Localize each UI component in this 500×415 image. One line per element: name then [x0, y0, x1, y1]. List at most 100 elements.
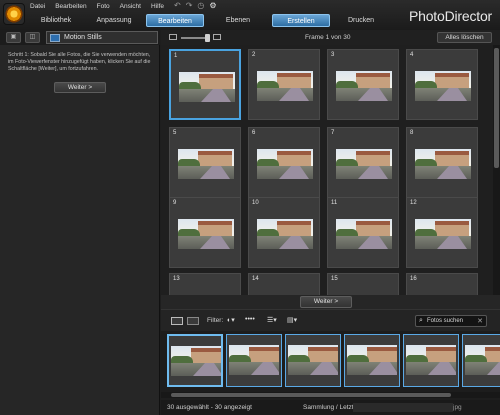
- photo-thumbnail: [336, 71, 392, 101]
- frame-cell[interactable]: 10: [248, 197, 320, 268]
- search-input[interactable]: ⌕ Fotos suchen ✕: [415, 315, 487, 327]
- photo-view-icon[interactable]: ▣: [6, 32, 21, 43]
- left-panel-toolbar: ▣ ◫ Motion Stills: [0, 30, 160, 45]
- grid-view-icon[interactable]: [171, 317, 183, 325]
- vertical-scrollbar[interactable]: [493, 45, 500, 295]
- frame-number: 1: [174, 53, 178, 59]
- frame-cell[interactable]: 6: [248, 127, 320, 198]
- frame-cell[interactable]: 14: [248, 273, 320, 295]
- search-icon: ⌕: [419, 317, 423, 324]
- tab-layers[interactable]: Ebenen: [204, 14, 272, 27]
- tab-create[interactable]: Erstellen: [272, 14, 330, 27]
- undo-icon[interactable]: ↶: [174, 1, 181, 11]
- gif-icon[interactable]: ◫: [25, 32, 40, 43]
- menu-file[interactable]: Datei: [30, 2, 45, 12]
- frame-cell[interactable]: 13: [169, 273, 241, 295]
- frame-number: 14: [252, 276, 259, 282]
- frame-counter: Frame 1 von 30: [305, 34, 351, 41]
- frame-number: 7: [331, 130, 335, 136]
- large-thumbnail-icon[interactable]: [213, 34, 221, 40]
- search-placeholder: Fotos suchen: [427, 318, 464, 324]
- photo-thumbnail: [257, 149, 313, 179]
- frame-number: 11: [331, 200, 338, 206]
- photo-thumbnail: [179, 72, 235, 102]
- close-icon[interactable]: ✕: [477, 317, 483, 325]
- menu-help[interactable]: Hilfe: [151, 2, 164, 12]
- filter-bar: Filter: ◐▾ •••• ☰▾ ▤▾ ⌕ Fotos suchen ✕: [161, 309, 500, 331]
- photo-thumbnail: [415, 219, 471, 249]
- viewer-toolbar: Frame 1 von 30 Alles löschen: [161, 30, 500, 45]
- redo-icon[interactable]: ↷: [186, 1, 193, 11]
- frame-number: 6: [252, 130, 256, 136]
- display-options-icon[interactable]: ▤▾: [287, 316, 297, 324]
- title-bar: Datei Bearbeiten Foto Ansicht Hilfe ↶ ↷ …: [0, 0, 500, 30]
- filmstrip-item[interactable]: [167, 334, 223, 387]
- frame-cell[interactable]: 3: [327, 49, 399, 120]
- frame-number: 5: [173, 130, 177, 136]
- frame-cell[interactable]: 12: [406, 197, 478, 268]
- next-bar: Weiter >: [161, 295, 500, 309]
- photo-thumbnail: [336, 149, 392, 179]
- filmstrip-item[interactable]: [344, 334, 400, 387]
- scrollbar-thumb[interactable]: [494, 48, 499, 168]
- app-title: PhotoDirector: [409, 8, 492, 24]
- frame-number: 12: [410, 200, 417, 206]
- filter-label: Filter:: [207, 317, 224, 324]
- rating-filter-icon[interactable]: ••••: [245, 316, 255, 323]
- selection-count: 30 ausgewählt - 30 angezeigt: [167, 404, 252, 411]
- photo-thumbnail: [465, 345, 500, 375]
- gear-icon[interactable]: ⚙: [209, 1, 216, 11]
- filmstrip-item[interactable]: [285, 334, 341, 387]
- motion-stills-icon: [50, 33, 60, 42]
- tab-library[interactable]: Bibliothek: [30, 14, 82, 27]
- file-extension: jpg: [453, 404, 462, 411]
- photo-thumbnail: [257, 219, 313, 249]
- flag-filter-icon[interactable]: ◐▾: [227, 316, 235, 324]
- filmstrip-item[interactable]: [403, 334, 459, 387]
- frame-cell[interactable]: 9: [169, 197, 241, 268]
- filmstrip-item[interactable]: [226, 334, 282, 387]
- filename-field: [353, 403, 453, 412]
- next-button-main[interactable]: Weiter >: [300, 296, 352, 308]
- sort-icon[interactable]: ☰▾: [267, 316, 277, 324]
- photo-thumbnail: [178, 219, 234, 249]
- photo-thumbnail: [171, 346, 221, 376]
- history-icon[interactable]: ◷: [197, 1, 204, 11]
- tab-adjustment[interactable]: Anpassung: [82, 14, 146, 27]
- frame-number: 16: [410, 276, 417, 282]
- menu-photo[interactable]: Foto: [97, 2, 110, 12]
- frame-cell[interactable]: 8: [406, 127, 478, 198]
- frame-cell[interactable]: 1: [169, 49, 241, 120]
- tab-motion-stills[interactable]: Motion Stills: [46, 31, 158, 44]
- horizontal-scrollbar[interactable]: [161, 392, 500, 398]
- frame-cell[interactable]: 16: [406, 273, 478, 295]
- clear-all-button[interactable]: Alles löschen: [437, 32, 492, 43]
- frame-cell[interactable]: 2: [248, 49, 320, 120]
- frame-cell[interactable]: 5: [169, 127, 241, 198]
- next-button-left[interactable]: Weiter >: [54, 82, 106, 93]
- frame-number: 2: [252, 52, 256, 58]
- app-logo-icon: [3, 3, 25, 25]
- frame-cell[interactable]: 7: [327, 127, 399, 198]
- left-panel: ▣ ◫ Motion Stills Schritt 1: Sobald Sie …: [0, 30, 160, 415]
- menu-edit[interactable]: Bearbeiten: [55, 2, 86, 12]
- frame-number: 10: [252, 200, 259, 206]
- photo-thumbnail: [415, 149, 471, 179]
- menu-view[interactable]: Ansicht: [120, 2, 141, 12]
- slider-handle[interactable]: [205, 34, 210, 42]
- list-view-icon[interactable]: [187, 317, 199, 325]
- scrollbar-thumb[interactable]: [171, 393, 451, 397]
- photo-thumbnail: [257, 71, 313, 101]
- frame-cell[interactable]: 15: [327, 273, 399, 295]
- photo-thumbnail: [336, 219, 392, 249]
- tab-edit[interactable]: Bearbeiten: [146, 14, 204, 27]
- filmstrip-item[interactable]: [462, 334, 500, 387]
- frame-cell[interactable]: 11: [327, 197, 399, 268]
- tab-print[interactable]: Drucken: [330, 14, 392, 27]
- small-thumbnail-icon[interactable]: [169, 34, 177, 40]
- frame-cell[interactable]: 4: [406, 49, 478, 120]
- frame-number: 15: [331, 276, 338, 282]
- photo-thumbnail: [415, 71, 471, 101]
- frame-number: 3: [331, 52, 335, 58]
- frame-number: 8: [410, 130, 414, 136]
